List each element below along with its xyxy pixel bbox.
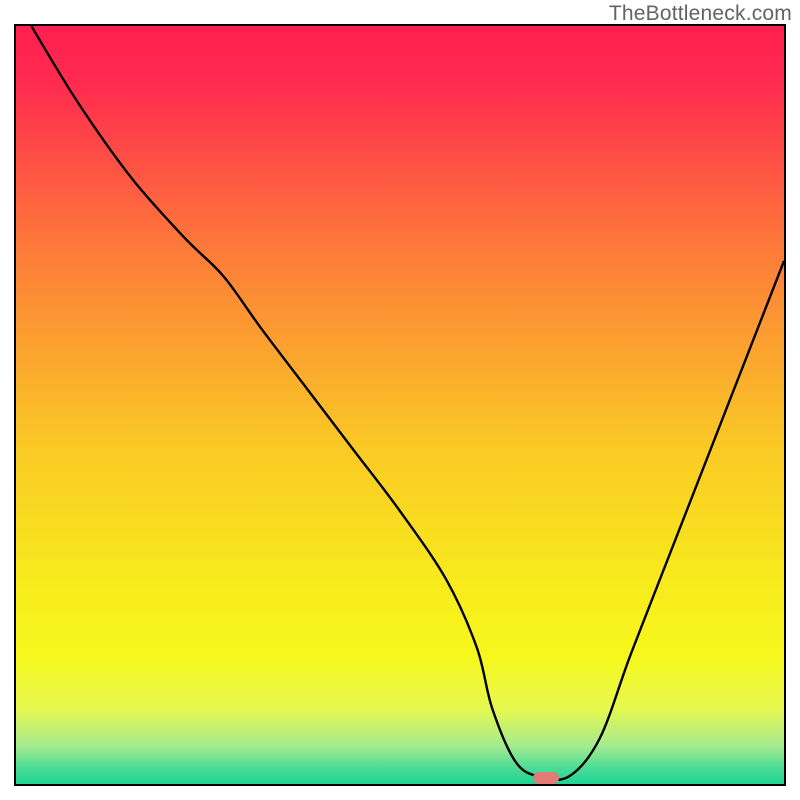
- optimum-marker: [533, 772, 559, 784]
- plot-area: [16, 26, 784, 784]
- bottleneck-curve: [16, 26, 784, 784]
- watermark-text: TheBottleneck.com: [609, 2, 792, 26]
- chart-container: TheBottleneck.com: [0, 0, 800, 800]
